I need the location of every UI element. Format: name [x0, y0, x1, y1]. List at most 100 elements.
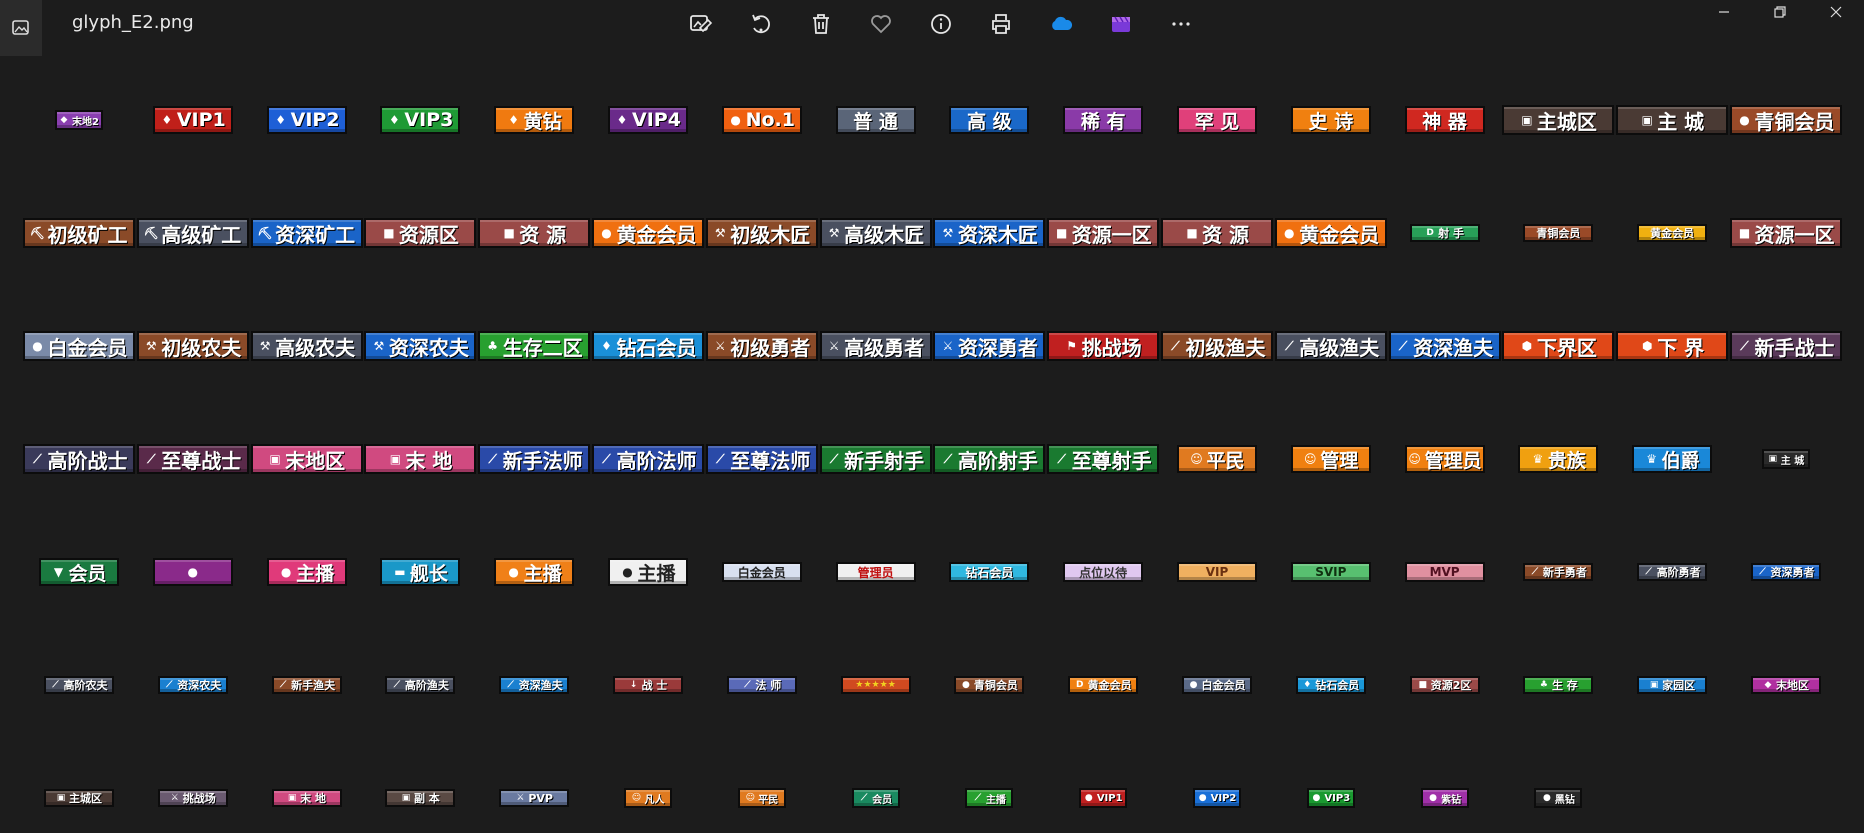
badge-label: 主城区 [1536, 109, 1597, 134]
glyph-cell: ● 黑钻 [1501, 778, 1615, 818]
glyph-badge: ⟋ 初级渔夫 [1161, 331, 1273, 361]
onedrive-button[interactable] [1031, 4, 1091, 44]
badge-icon: ▼ [53, 565, 64, 579]
glyph-cell: ⚒ 高级农夫 [250, 326, 364, 366]
badge-icon: ● [1084, 792, 1093, 803]
glyph-badge: ● 白金会员 [23, 331, 135, 361]
badge-icon: ⟋ [829, 452, 839, 466]
glyph-badge: ▼ 会员 [39, 558, 119, 586]
app-icon[interactable] [0, 0, 42, 56]
badge-label: VIP [1205, 565, 1229, 579]
print-button[interactable] [971, 4, 1031, 44]
badge-label: 会员 [68, 562, 107, 585]
glyph-cell: ▬ 舰长 [363, 552, 477, 592]
glyph-cell: ▣ 主城区 [1501, 100, 1615, 140]
close-icon [1830, 6, 1842, 18]
glyph-cell: 普 通 [819, 100, 933, 140]
glyph-badge: ■ 资 源 [478, 218, 591, 248]
badge-label: 资源一区 [1754, 222, 1835, 247]
favorite-button[interactable] [851, 4, 911, 44]
badge-icon: ▣ [287, 792, 297, 803]
glyph-badge: ⚒ 高级农夫 [250, 331, 363, 361]
badge-label: 黑钻 [1554, 794, 1575, 806]
badge-icon: ⟋ [744, 679, 751, 690]
glyph-cell: ⟋ 至尊射手 [1046, 439, 1160, 479]
glyph-badge: ◆ 末地区 [1751, 676, 1821, 694]
more-button[interactable] [1151, 4, 1211, 44]
badge-icon: ■ [383, 226, 395, 240]
badge-label: 资深农夫 [177, 679, 222, 692]
glyph-cell: ♦ VIP2 [250, 100, 364, 140]
glyph-cell: ▣ 末 地 [363, 439, 477, 479]
glyph-badge: 白金会员 [721, 562, 802, 582]
glyph-badge: ■ 资源区 [364, 218, 477, 248]
glyph-cell: ♦ 钻石会员 [591, 326, 705, 366]
restore-icon [1774, 6, 1786, 18]
glyph-badge: ⟋ 资深渔夫 [1388, 331, 1501, 361]
badge-icon: ◆ [60, 114, 68, 125]
badge-icon: ● [1189, 679, 1198, 690]
glyph-badge: ⛏ 高级矿工 [136, 218, 249, 248]
glyph-badge: ⟋ 至尊射手 [1047, 444, 1160, 474]
badge-icon: ⟋ [1740, 339, 1749, 353]
badge-label: 主城区 [69, 792, 102, 805]
glyph-cell: ♛ 贵族 [1501, 439, 1615, 479]
badge-label: 普 通 [853, 110, 898, 133]
clipchamp-button[interactable] [1091, 4, 1151, 44]
glyph-cell: 白金会员 [705, 552, 819, 592]
glyph-cell [1615, 778, 1729, 818]
badge-label: 新手射手 [844, 448, 925, 473]
badge-icon: ⚑ [1066, 339, 1078, 353]
badge-icon: ♦ [389, 113, 400, 127]
badge-label: 初级矿工 [47, 222, 128, 247]
badge-label: 射 手 [1438, 227, 1465, 240]
info-icon [931, 14, 951, 34]
glyph-cell: ⟋ 高阶战士 [22, 439, 136, 479]
info-button[interactable] [911, 4, 971, 44]
badge-icon: ⚒ [714, 226, 726, 240]
glyph-cell: 点位以待 [1046, 552, 1160, 592]
glyph-cell: ♦ 钻石会员 [1274, 665, 1388, 705]
image-canvas[interactable]: ◆ 末地2 ♦ VIP1 ♦ VIP2 ♦ VIP3 ♦ 黄钻 ♦ VIP4 ● No.1 普 通高 级稀 … [0, 56, 1864, 833]
badge-label: 末地区 [285, 448, 346, 473]
trash-icon [813, 14, 829, 34]
badge-label: 下 界 [1657, 335, 1705, 360]
glyph-cell: 青铜会员 [1501, 213, 1615, 253]
badge-icon: ● [187, 565, 199, 579]
glyph-badge: ⟋ 新手射手 [819, 444, 932, 474]
badge-label: 挑战场 [182, 792, 216, 805]
badge-label: 资深勇者 [1770, 566, 1815, 579]
minimize-button[interactable] [1696, 0, 1752, 24]
glyph-badge: 稀 有 [1063, 106, 1144, 134]
badge-icon: ⚔ [942, 339, 954, 353]
badge-label: 高级勇者 [844, 335, 925, 360]
glyph-badge: ⚒ 初级木匠 [705, 218, 818, 248]
badge-label: 青铜会员 [1536, 227, 1581, 240]
glyph-badge: VIP [1177, 562, 1257, 582]
badge-label: 稀 有 [1080, 110, 1126, 133]
glyph-cell: ⚒ 资深农夫 [363, 326, 477, 366]
badge-icon: ■ [1056, 226, 1068, 240]
glyph-cell: ♦ 黄钻 [477, 100, 591, 140]
rotate-button[interactable] [731, 4, 791, 44]
glyph-cell: ⟋ 高阶渔夫 [363, 665, 477, 705]
badge-label: 至尊法师 [730, 448, 811, 473]
glyph-cell: ⟋ 主播 [932, 778, 1046, 818]
badge-label: 管理员 [857, 565, 894, 580]
badge-icon: ♦ [1303, 679, 1312, 690]
badge-label: 管理 [1320, 449, 1359, 472]
glyph-badge: ▣ 主 城 [1762, 449, 1810, 469]
edit-image-button[interactable] [671, 4, 731, 44]
badge-label: 黄金会员 [1299, 222, 1380, 247]
badge-label: VIP1 [176, 109, 226, 131]
glyph-cell: ⟋ 新手射手 [819, 439, 933, 479]
badge-icon: ↓ [629, 679, 638, 690]
badge-icon: ⟋ [1171, 339, 1180, 353]
close-button[interactable] [1808, 0, 1864, 24]
glyph-badge: ● 青铜会员 [1730, 105, 1842, 135]
glyph-cell: ● VIP3 [1274, 778, 1388, 818]
glyph-badge: ♛ 贵族 [1518, 445, 1599, 473]
delete-button[interactable] [791, 4, 851, 44]
glyph-badge: ⚑ 挑战场 [1047, 331, 1160, 361]
restore-button[interactable] [1752, 0, 1808, 24]
